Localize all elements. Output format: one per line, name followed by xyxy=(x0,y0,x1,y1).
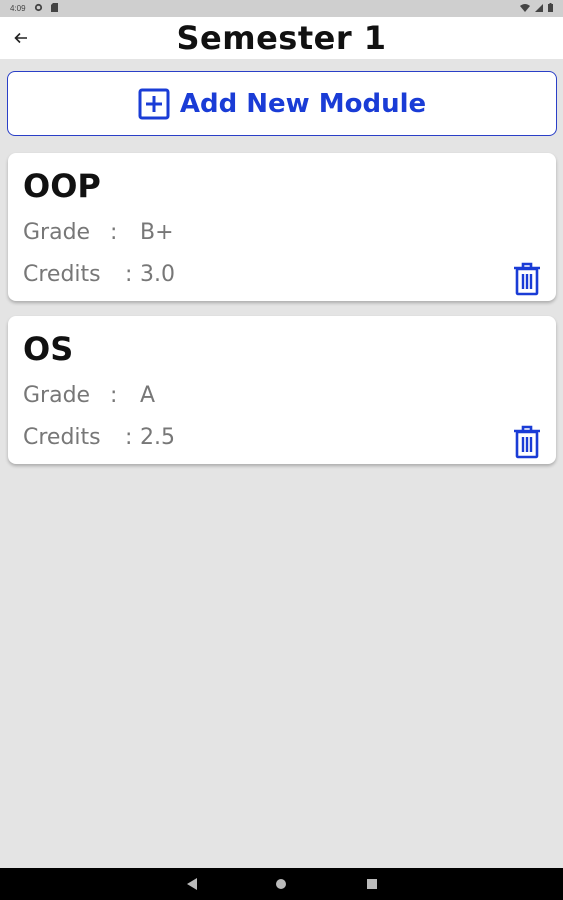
back-button[interactable] xyxy=(10,27,32,49)
app-bar: Semester 1 xyxy=(0,17,563,59)
status-bar: 4:09 xyxy=(0,0,563,17)
delete-module-button[interactable] xyxy=(512,424,542,460)
grade-separator: : xyxy=(110,383,118,408)
credits-row: Credits : 3.0 xyxy=(23,262,175,287)
nav-home-button[interactable] xyxy=(273,876,289,892)
nav-recents-icon xyxy=(367,879,377,889)
grade-value: B+ xyxy=(140,220,174,245)
nav-back-icon xyxy=(187,878,197,890)
grade-label: Grade xyxy=(23,383,91,408)
grade-label: Grade xyxy=(23,220,91,245)
sd-card-status-icon xyxy=(50,3,58,14)
back-arrow-icon xyxy=(14,32,27,44)
credits-value: 3.0 xyxy=(140,262,175,287)
module-card[interactable]: OS Grade : A Credits : 2.5 xyxy=(8,316,556,464)
delete-module-button[interactable] xyxy=(512,261,542,297)
trash-icon xyxy=(514,425,540,459)
page-title: Semester 1 xyxy=(176,19,387,57)
status-time: 4:09 xyxy=(10,4,26,13)
battery-icon xyxy=(548,3,553,14)
credits-label: Credits xyxy=(23,425,101,450)
nav-back-button[interactable] xyxy=(184,876,200,892)
grade-row: Grade : B+ xyxy=(23,220,174,245)
grade-separator: : xyxy=(110,220,118,245)
add-new-module-label: Add New Module xyxy=(179,88,427,119)
credits-separator: : xyxy=(125,262,133,287)
add-box-icon xyxy=(138,88,170,119)
wifi-icon xyxy=(520,3,530,14)
credits-value: 2.5 xyxy=(140,425,175,450)
grade-row: Grade : A xyxy=(23,383,155,408)
signal-icon xyxy=(535,3,543,14)
credits-label: Credits xyxy=(23,262,101,287)
credits-row: Credits : 2.5 xyxy=(23,425,175,450)
trash-icon xyxy=(514,262,540,296)
settings-status-icon xyxy=(34,3,43,14)
nav-recents-button[interactable] xyxy=(364,876,380,892)
module-name: OOP xyxy=(23,167,101,205)
credits-separator: : xyxy=(125,425,133,450)
module-name: OS xyxy=(23,330,74,368)
add-new-module-button[interactable]: Add New Module xyxy=(7,71,557,136)
module-card[interactable]: OOP Grade : B+ Credits : 3.0 xyxy=(8,153,556,301)
nav-home-icon xyxy=(276,879,286,889)
system-navigation-bar xyxy=(0,868,563,900)
grade-value: A xyxy=(140,383,156,408)
